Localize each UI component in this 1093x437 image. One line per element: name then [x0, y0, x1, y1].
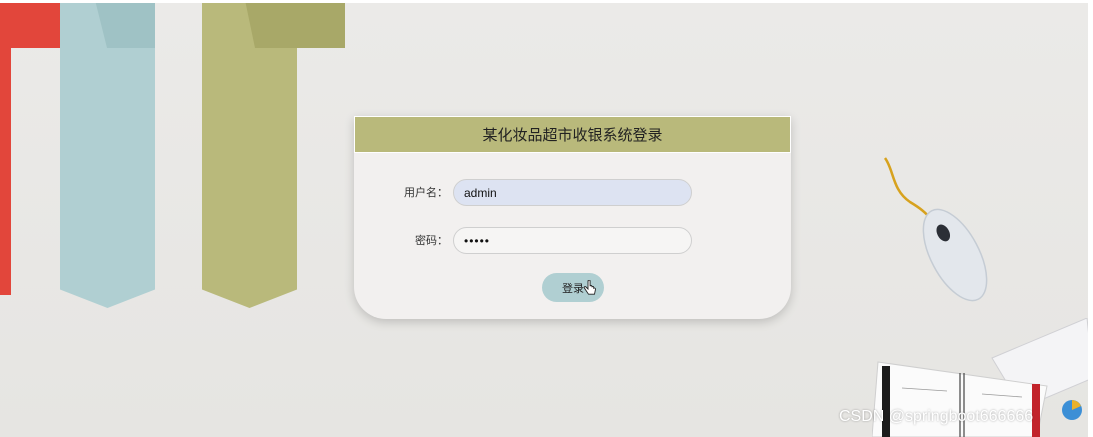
- page-frame: [0, 0, 1093, 437]
